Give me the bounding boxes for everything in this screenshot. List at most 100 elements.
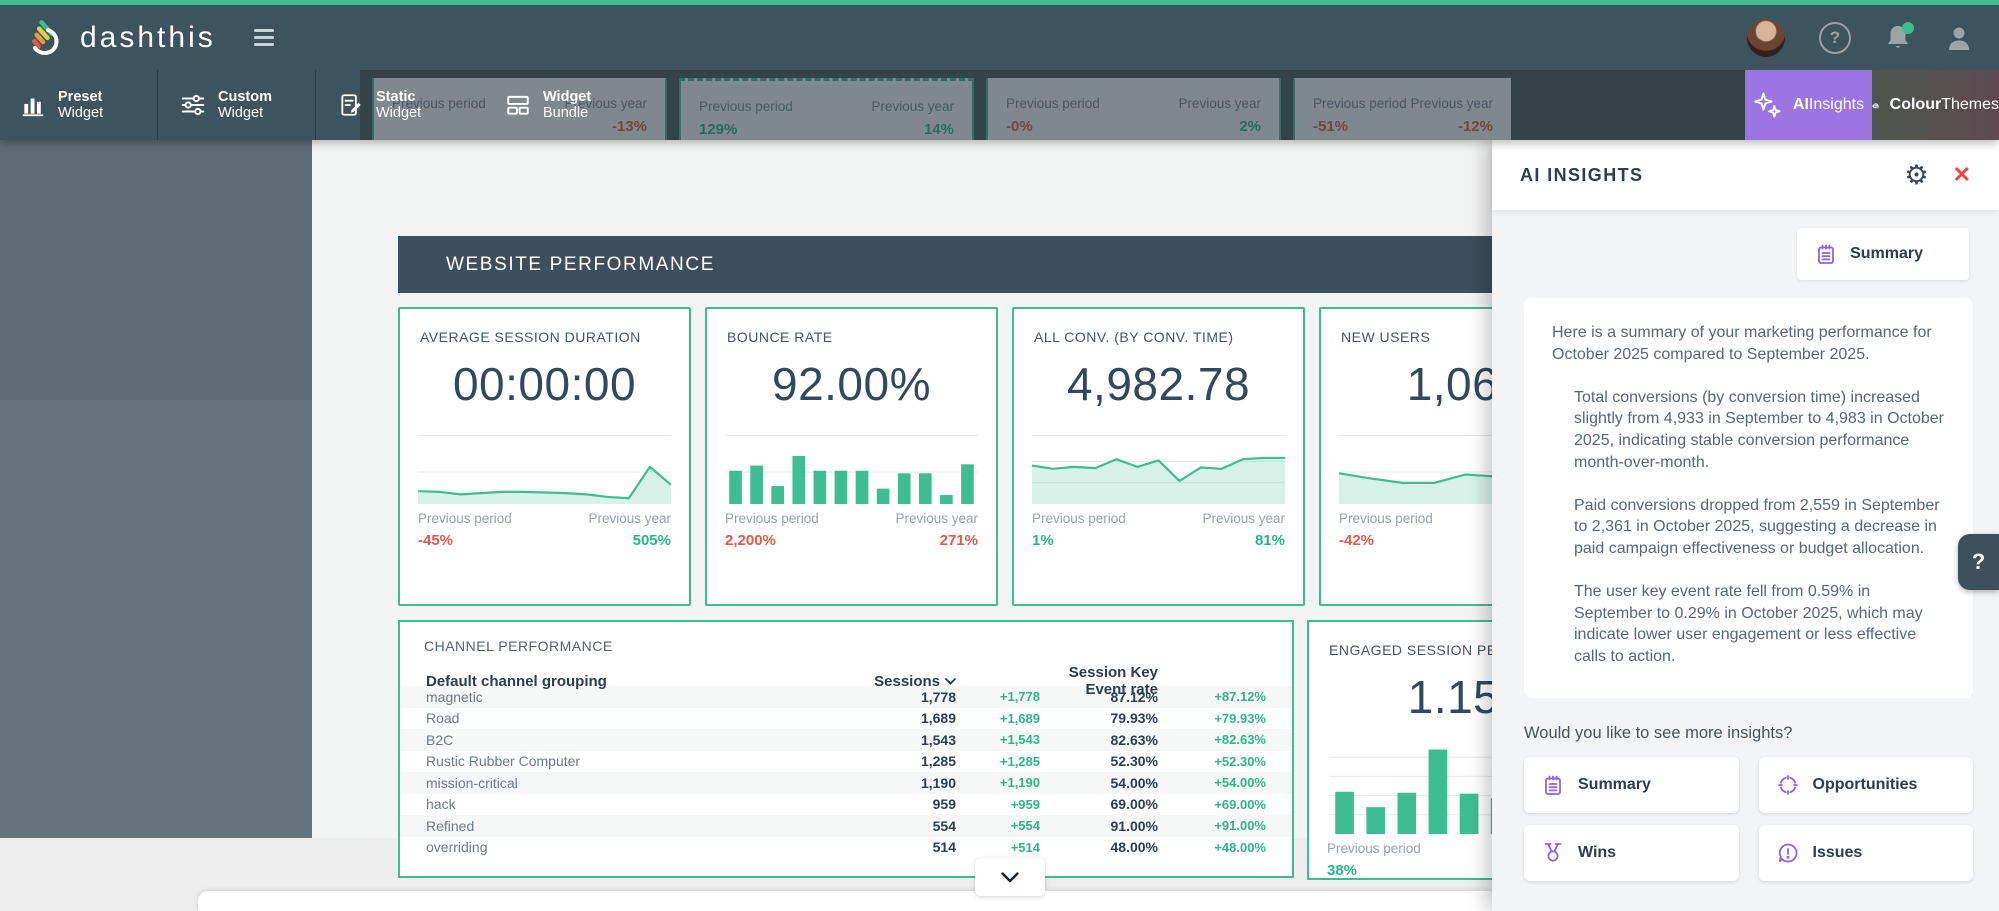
bar-chart: [725, 440, 978, 504]
hamburger-menu-icon[interactable]: [254, 29, 274, 46]
bar-chart-icon: [20, 92, 46, 118]
logo-text: dashthis: [80, 21, 216, 55]
summary-chip[interactable]: Summary: [1797, 228, 1969, 280]
previous-year-value: 505%: [633, 532, 671, 549]
summary-button[interactable]: Summary: [1524, 757, 1739, 813]
static-widget-button[interactable]: StaticWidget: [338, 70, 421, 140]
ai-panel-header: AI INSIGHTS ⚙ ✕: [1492, 140, 1999, 210]
more-insights-prompt: Would you like to see more insights?: [1524, 724, 1973, 743]
notification-dot: [1902, 22, 1914, 34]
opportunities-button[interactable]: Opportunities: [1759, 757, 1974, 813]
table-row[interactable]: Rustic Rubber Computer 1,285 +1,285 52.3…: [400, 751, 1292, 773]
dashthis-app: WEBSITE PERFORMANCE AVERAGE SESSION DURA…: [0, 0, 1999, 911]
previous-year-value: 81%: [1255, 532, 1285, 549]
previous-period-label: Previous period: [1032, 511, 1126, 526]
widget-channel-performance[interactable]: CHANNEL PERFORMANCE Default channel grou…: [398, 620, 1294, 878]
channel-name: mission-critical: [426, 775, 864, 791]
palette-icon: [1872, 91, 1880, 119]
section-header: WEBSITE PERFORMANCE: [398, 236, 1492, 293]
target-icon: [1777, 774, 1799, 796]
dashthis-logo[interactable]: dashthis: [22, 16, 216, 60]
notepad-icon: [1542, 774, 1564, 796]
previous-period-label: Previous period: [1327, 841, 1421, 856]
notepad-icon: [1815, 243, 1837, 265]
issue-bubble-icon: [1777, 842, 1799, 864]
widget-value: 92.00%: [707, 357, 996, 411]
top-accent-line: [0, 0, 1999, 5]
widget-value: 4,982.78: [1014, 357, 1303, 411]
expand-table-button[interactable]: [975, 858, 1045, 896]
previous-year-label: Previous year: [1202, 511, 1285, 526]
widget-average-session-duration[interactable]: AVERAGE SESSION DURATION 00:00:00 Previo…: [398, 307, 691, 606]
gear-icon[interactable]: ⚙: [1904, 162, 1928, 189]
channel-name: overriding: [426, 839, 864, 855]
section-title: WEBSITE PERFORMANCE: [446, 254, 715, 276]
previous-period-value: 2,200%: [725, 532, 776, 549]
sparkline-chart: [1032, 440, 1285, 504]
ai-summary-card: Here is a summary of your marketing perf…: [1524, 298, 1973, 698]
issues-button[interactable]: Issues: [1759, 825, 1974, 881]
table-row[interactable]: Refined 554 +554 91.00% +91.00%: [400, 815, 1292, 837]
sliders-icon: [180, 92, 206, 118]
sparkline-chart: [418, 440, 671, 504]
table-row[interactable]: magnetic 1,778 +1,778 87.12% +87.12%: [400, 686, 1292, 708]
previous-year-value: 271%: [940, 532, 978, 549]
user-avatar[interactable]: [1747, 19, 1785, 57]
insight-buttons: Summary Opportunities Wins: [1524, 757, 1973, 881]
previous-period-value: 1%: [1032, 532, 1054, 549]
widget-value: 00:00:00: [400, 357, 689, 411]
table-row[interactable]: overriding 514 +514 48.00% +48.00%: [400, 837, 1292, 859]
preset-widget-button[interactable]: PresetWidget: [20, 70, 103, 140]
previous-period-label: Previous period: [418, 511, 512, 526]
custom-widget-button[interactable]: CustomWidget: [180, 70, 272, 140]
sparkle-icon: [1753, 90, 1783, 120]
previous-period-value: 38%: [1327, 862, 1357, 879]
channel-name: B2C: [426, 732, 864, 748]
previous-period-value: -45%: [418, 532, 453, 549]
widget-bundle-button[interactable]: WidgetBundle: [505, 70, 591, 140]
page-gutter-top: [0, 140, 358, 400]
summary-paragraph: Here is a summary of your marketing perf…: [1552, 322, 1945, 366]
table-body: magnetic 1,778 +1,778 87.12% +87.12% Roa…: [400, 686, 1292, 858]
close-icon[interactable]: ✕: [1953, 164, 1971, 186]
widget-bounce-rate[interactable]: BOUNCE RATE 92.00% Previous period Previ…: [705, 307, 998, 606]
widget-toolbar: Previous period Previous year -13% Previ…: [0, 70, 1999, 140]
widget-title: BOUNCE RATE: [727, 329, 976, 345]
summary-paragraph: Total conversions (by conversion time) i…: [1552, 387, 1945, 474]
table-row[interactable]: B2C 1,543 +1,543 82.63% +82.63%: [400, 729, 1292, 751]
table-row[interactable]: mission-critical 1,190 +1,190 54.00% +54…: [400, 772, 1292, 794]
previous-year-label: Previous year: [588, 511, 671, 526]
next-report-sheet: [198, 891, 1492, 911]
channel-name: Refined: [426, 818, 864, 834]
summary-paragraph: Paid conversions dropped from 2,559 in S…: [1552, 495, 1945, 560]
help-tab[interactable]: ?: [1958, 534, 1999, 590]
channel-name: magnetic: [426, 689, 864, 705]
app-header: dashthis ?: [0, 5, 1999, 70]
column-header-sessions[interactable]: Sessions: [864, 673, 956, 690]
wins-button[interactable]: Wins: [1524, 825, 1739, 881]
colour-themes-button[interactable]: ColourThemes: [1872, 70, 1999, 140]
previous-period-label: Previous period: [725, 511, 819, 526]
page-gutter-bottom: [0, 400, 312, 838]
medal-icon: [1542, 842, 1564, 864]
previous-period-label: Previous period: [1339, 511, 1433, 526]
previous-year-label: Previous year: [895, 511, 978, 526]
table-row[interactable]: hack 959 +959 69.00% +69.00%: [400, 794, 1292, 816]
ai-insights-panel: AI INSIGHTS ⚙ ✕ Summary Here is a summar…: [1492, 140, 1999, 911]
notifications-bell-icon[interactable]: [1885, 24, 1911, 52]
channel-name: Rustic Rubber Computer: [426, 753, 864, 769]
summary-paragraph: The user key event rate fell from 0.59% …: [1552, 581, 1945, 668]
widget-title: AVERAGE SESSION DURATION: [420, 329, 669, 345]
table-row[interactable]: Road 1,689 +1,689 79.93% +79.93%: [400, 708, 1292, 730]
divider: [725, 435, 978, 436]
help-icon[interactable]: ?: [1819, 22, 1851, 54]
channel-name: Road: [426, 710, 864, 726]
account-icon[interactable]: [1945, 24, 1973, 52]
widget-title: CHANNEL PERFORMANCE: [424, 638, 1268, 654]
widget-all-conversions[interactable]: ALL CONV. (BY CONV. TIME) 4,982.78 Previ…: [1012, 307, 1305, 606]
ai-panel-title: AI INSIGHTS: [1520, 165, 1904, 186]
summary-chip-label: Summary: [1850, 245, 1923, 263]
ai-insights-button[interactable]: AIInsights: [1745, 70, 1872, 140]
dashthis-logo-icon: [22, 16, 66, 60]
channel-name: hack: [426, 796, 864, 812]
